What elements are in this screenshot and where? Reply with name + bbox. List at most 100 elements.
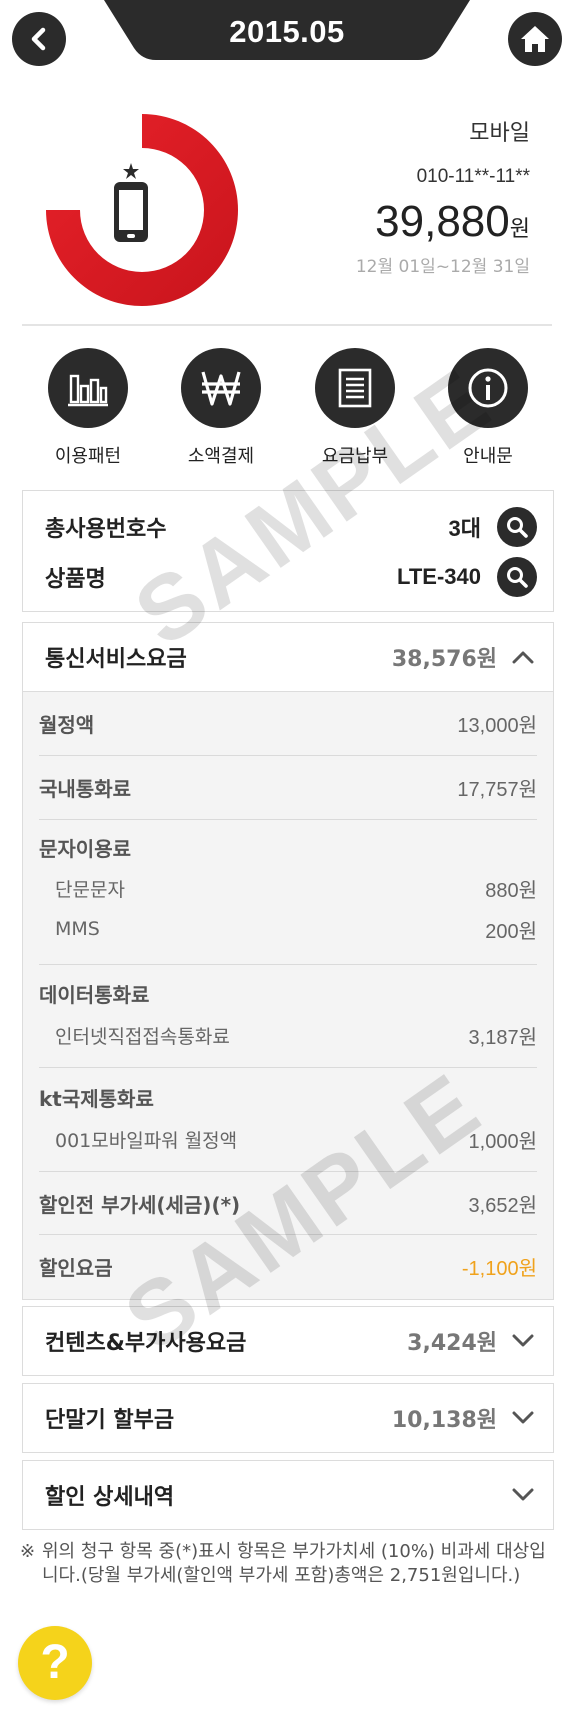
chevron-up-icon[interactable] [511,645,535,669]
product-search-button[interactable] [497,557,537,597]
fee-row: 인터넷직접접속통화료 3,187원 [39,1014,537,1056]
quick-menu-micropayment[interactable]: 소액결제 [181,348,261,468]
info-icon [468,368,508,408]
total-lines-search-button[interactable] [497,507,537,547]
fee-value: 880원 [485,879,537,902]
fee-label: 국내통화료 [39,776,131,801]
fee-value: 17,757원 [457,778,537,801]
total-lines-value: 3대 [448,516,481,541]
content-fee-section[interactable]: 컨텐츠&부가사용요금 3,424원 [22,1306,554,1376]
quick-menu-label: 요금납부 [321,446,389,467]
home-button[interactable] [508,12,562,66]
back-arrow-icon [31,27,46,51]
product-row: 상품명 LTE-340 [45,555,537,599]
fee-group-title: 문자이용료 [39,826,537,868]
question-mark-icon: ? [40,1636,70,1689]
fee-label: MMS [55,918,100,940]
chevron-down-icon[interactable] [511,1406,535,1430]
discount-detail-title: 할인 상세내역 [45,1485,175,1510]
footnote-mark: ※ [20,1541,36,1562]
quick-menu-usage-pattern[interactable]: 이용패턴 [48,348,128,468]
discount-value: -1,100원 [461,1257,537,1280]
back-button[interactable] [12,12,66,66]
bar-chart-icon [68,374,108,407]
notice-button[interactable] [448,348,528,428]
line-info-card: 총사용번호수 3대 상품명 LTE-340 [22,490,554,612]
quick-menu-label: 안내문 [463,446,513,467]
smartphone-icon [114,163,148,242]
fee-row: 단문문자 880원 [39,868,537,908]
search-icon [507,517,528,538]
fee-group-title: 데이터통화료 [39,972,537,1014]
payment-button[interactable] [315,348,395,428]
divider [39,1067,537,1068]
fee-value: 3,652원 [468,1194,537,1217]
discount-detail-header[interactable]: 할인 상세내역 [23,1461,553,1529]
device-installment-header[interactable]: 단말기 할부금 10,138원 [23,1384,553,1452]
fee-group-title: kt국제통화료 [39,1076,537,1118]
bill-donut-chart [42,110,242,310]
total-amount-unit: 원 [509,217,530,242]
quick-menu-label: 이용패턴 [54,446,122,467]
telecom-fee-section: 통신서비스요금 38,576원 월정액 13,000원 국내통화료 17,757… [22,622,554,1300]
fee-row: 할인전 부가세(세금)(*) 3,652원 [39,1172,537,1234]
usage-pattern-button[interactable] [48,348,128,428]
billing-period-header: 2015.05 [104,0,470,64]
document-icon [338,368,372,408]
total-lines-row: 총사용번호수 3대 [45,505,537,549]
fee-label: 문자이용료 [39,836,131,861]
fee-label: 001모바일파워 월정액 [55,1129,238,1152]
fee-label: 할인전 부가세(세금)(*) [39,1192,241,1217]
content-fee-amount: 3,424원 [407,1331,497,1356]
fee-row: 국내통화료 17,757원 [39,756,537,818]
footnote-text: 위의 청구 항목 중(*)표시 항목은 부가가치세 (10%) 비과세 대상입니… [42,1541,546,1586]
product-label: 상품명 [45,567,106,592]
fee-value: 3,187원 [468,1026,537,1049]
micropayment-button[interactable] [181,348,261,428]
fee-label: kt국제통화료 [39,1086,154,1111]
divider [39,819,537,820]
divider [39,964,537,965]
search-icon [507,567,528,588]
device-installment-amount: 10,138원 [391,1408,497,1433]
service-type: 모바일 [469,121,530,146]
content-fee-header[interactable]: 컨텐츠&부가사용요금 3,424원 [23,1307,553,1375]
total-lines-label: 총사용번호수 [45,517,167,542]
telecom-fee-details: 월정액 13,000원 국내통화료 17,757원 문자이용료 단문문자 880… [23,691,553,1299]
total-amount: 39,880원 [270,196,530,248]
chevron-down-icon[interactable] [511,1483,535,1507]
product-value: LTE-340 [397,564,481,589]
fee-value: 1,000원 [468,1130,537,1153]
device-installment-title: 단말기 할부금 [45,1408,175,1433]
bill-summary: 모바일 010-11**-11** 39,880원 12월 01일~12월 31… [270,118,530,280]
quick-menu-label: 소액결제 [187,446,255,467]
fee-label: 단문문자 [55,878,125,901]
fee-row: 001모바일파워 월정액 1,000원 [39,1118,537,1160]
vat-footnote: ※ 위의 청구 항목 중(*)표시 항목은 부가가치세 (10%) 비과세 대상… [20,1540,552,1588]
bill-period: 12월 01일~12월 31일 [355,257,530,277]
fee-value: 200원 [485,920,537,943]
fee-label: 인터넷직접접속통화료 [55,1025,230,1048]
discount-row: 할인요금 -1,100원 [39,1235,537,1297]
fee-label: 할인요금 [39,1255,113,1280]
divider [22,324,552,326]
fee-row: 월정액 13,000원 [39,692,537,754]
total-amount-value: 39,880 [375,197,510,246]
billing-period-label: 2015.05 [229,14,345,49]
quick-menu-payment[interactable]: 요금납부 [315,348,395,468]
phone-number: 010-11**-11** [416,166,530,187]
fee-value: 13,000원 [457,714,537,737]
telecom-fee-title: 통신서비스요금 [45,647,187,672]
discount-detail-section[interactable]: 할인 상세내역 [22,1460,554,1530]
quick-menu-notice[interactable]: 안내문 [448,348,528,468]
content-fee-title: 컨텐츠&부가사용요금 [45,1331,247,1356]
telecom-fee-header[interactable]: 통신서비스요금 38,576원 [23,623,553,691]
fee-label: 월정액 [39,712,95,737]
help-button[interactable]: ? [18,1626,92,1700]
fee-row: MMS 200원 [39,908,537,950]
chevron-down-icon[interactable] [511,1329,535,1353]
device-installment-section[interactable]: 단말기 할부금 10,138원 [22,1383,554,1453]
fee-label: 데이터통화료 [39,982,150,1007]
telecom-fee-amount: 38,576원 [391,647,497,672]
won-icon [201,371,241,406]
